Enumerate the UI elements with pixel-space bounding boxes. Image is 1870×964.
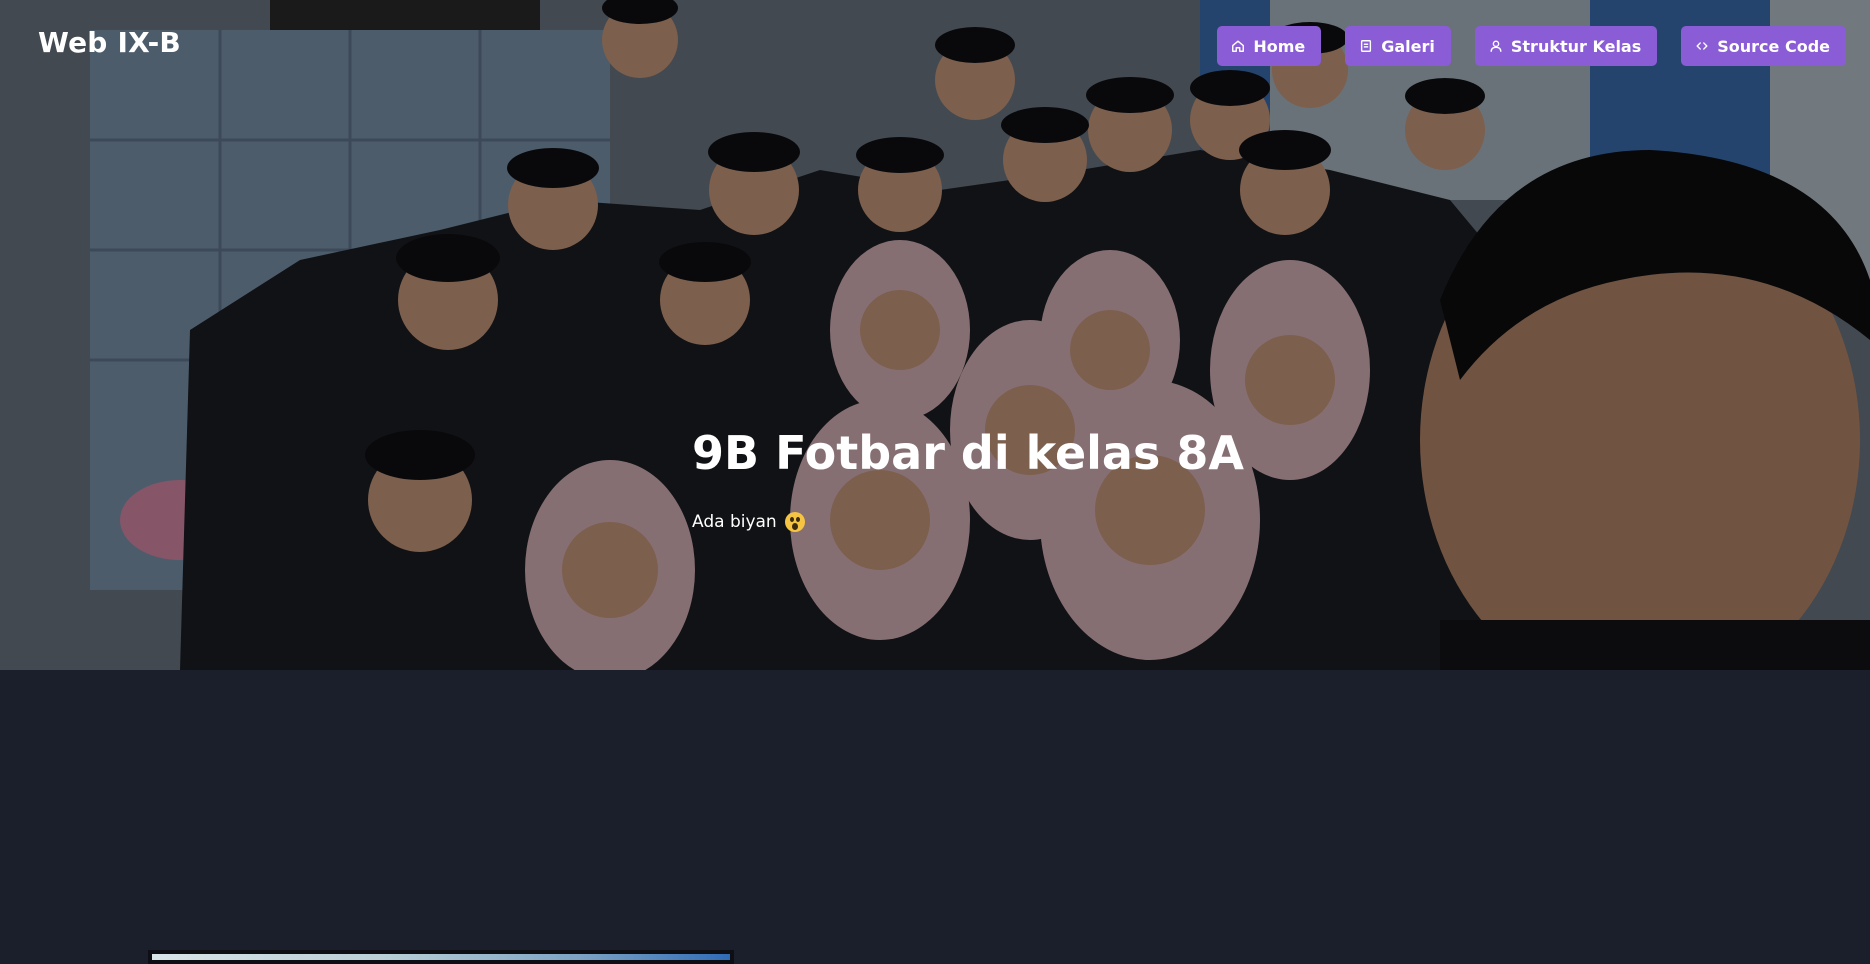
main-nav: Home Galeri Struktur Kelas Source Code <box>1217 26 1846 66</box>
hero-subtitle: Ada biyan <box>692 512 777 532</box>
gallery-thumbnail[interactable] <box>148 950 734 964</box>
nav-source-code-label: Source Code <box>1717 36 1830 56</box>
nav-struktur-kelas-button[interactable]: Struktur Kelas <box>1474 26 1658 66</box>
hero-caption: 9B Fotbar di kelas 8A Ada biyan <box>692 430 1244 532</box>
hero-title: 9B Fotbar di kelas 8A <box>692 426 1244 480</box>
nav-galeri-button[interactable]: Galeri <box>1345 26 1451 66</box>
site-brand[interactable]: Web IX-B <box>38 26 181 59</box>
code-icon <box>1695 39 1709 53</box>
gallery-thumbnail-image <box>152 954 730 960</box>
user-icon <box>1489 39 1503 53</box>
nav-home-button[interactable]: Home <box>1217 26 1322 66</box>
nav-source-code-button[interactable]: Source Code <box>1681 26 1846 66</box>
home-icon <box>1231 39 1245 53</box>
nav-struktur-kelas-label: Struktur Kelas <box>1510 36 1642 56</box>
hero-banner: Web IX-B Home Galeri Struktur Kelas Sour… <box>0 0 1870 670</box>
hero-overlay <box>0 0 1870 670</box>
nav-galeri-label: Galeri <box>1381 36 1435 56</box>
hero-subtitle-row: Ada biyan <box>692 512 1244 532</box>
nav-home-label: Home <box>1253 36 1306 56</box>
scream-emoji-icon <box>784 512 805 532</box>
gallery-icon <box>1359 39 1373 53</box>
